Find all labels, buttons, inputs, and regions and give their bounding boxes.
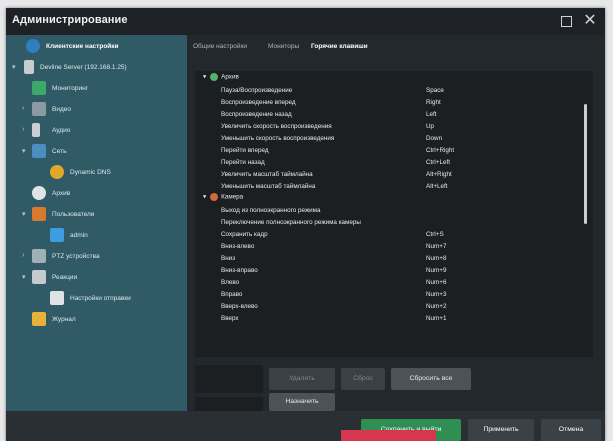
tab-hotkeys[interactable]: Горячие клавиши bbox=[311, 43, 368, 50]
settings-panel: Общие настройки Мониторы Горячие клавиши… bbox=[187, 35, 605, 411]
maximize-icon bbox=[560, 16, 572, 27]
maximize-button[interactable] bbox=[557, 12, 575, 30]
user-icon bbox=[50, 228, 64, 242]
tab-general-settings[interactable]: Общие настройки bbox=[193, 43, 247, 50]
table-row[interactable]: Вниз-вправо Num+9 bbox=[221, 265, 571, 277]
settings-tree: Клиентские настройки ▾ Devline Server (1… bbox=[6, 35, 187, 411]
users-icon bbox=[32, 207, 46, 221]
group-camera[interactable]: ▾ Камера bbox=[203, 193, 243, 205]
hotkeys-table: ▾ Архив Пауза/Воспроизведение Space Воспро… bbox=[195, 71, 593, 357]
expand-arrow-icon: ▾ bbox=[12, 64, 16, 71]
reactions-icon bbox=[32, 270, 46, 284]
pulse-icon bbox=[32, 81, 46, 95]
group-archive[interactable]: ▾ Архив bbox=[203, 73, 239, 85]
expand-arrow-icon: › bbox=[22, 252, 25, 259]
close-button[interactable]: ✕ bbox=[581, 12, 599, 30]
table-row[interactable]: Перейти вперед Ctrl+Right bbox=[221, 145, 571, 157]
video-icon bbox=[32, 102, 46, 116]
send-icon bbox=[50, 291, 64, 305]
table-row[interactable]: Влево Num+6 bbox=[221, 277, 571, 289]
table-row[interactable]: Вверх-влево Num+2 bbox=[221, 301, 571, 313]
admin-window: Администрирование ✕ Клиентские настройки… bbox=[6, 8, 605, 441]
table-row[interactable]: Сохранить кадр Ctrl+S bbox=[221, 229, 571, 241]
table-row[interactable]: Вверх Num+1 bbox=[221, 313, 571, 325]
microphone-icon bbox=[32, 123, 40, 137]
table-row[interactable]: Воспроизведение вперед Right bbox=[221, 97, 571, 109]
assign-button[interactable]: Назначить bbox=[269, 393, 335, 411]
table-row[interactable]: Вправо Num+3 bbox=[221, 289, 571, 301]
highlight-bar bbox=[341, 430, 436, 441]
tab-monitors[interactable]: Мониторы bbox=[268, 43, 299, 50]
table-row[interactable]: Уменьшить скорость воспроизведения Down bbox=[221, 133, 571, 145]
table-row[interactable]: Переключение полноэкранного режима камер… bbox=[221, 217, 571, 229]
camera-group-icon bbox=[210, 193, 219, 201]
apply-button[interactable]: Применить bbox=[468, 419, 534, 441]
globe-icon bbox=[50, 165, 64, 179]
reset-button[interactable]: Сброс bbox=[341, 368, 385, 390]
table-row[interactable]: Увеличить скорость воспроизведения Up bbox=[221, 121, 571, 133]
table-row[interactable]: Вниз Num+8 bbox=[221, 253, 571, 265]
reset-all-button[interactable]: Сбросить все bbox=[391, 368, 471, 390]
table-row[interactable]: Уменьшить масштаб таймлайна Alt+Left bbox=[221, 181, 571, 193]
table-row[interactable]: Выход из полноэкранного режима bbox=[221, 205, 571, 217]
vertical-scrollbar[interactable] bbox=[584, 104, 587, 224]
server-icon bbox=[24, 60, 34, 74]
journal-icon bbox=[32, 312, 46, 326]
expand-arrow-icon: ▾ bbox=[22, 148, 26, 155]
film-reel-icon bbox=[32, 186, 46, 200]
expand-arrow-icon: › bbox=[22, 105, 25, 112]
table-row[interactable]: Воспроизведение назад Left bbox=[221, 109, 571, 121]
ptz-camera-icon bbox=[32, 249, 46, 263]
cancel-button[interactable]: Отмена bbox=[541, 419, 601, 441]
title-bar: Администрирование ✕ bbox=[6, 8, 605, 35]
delete-button[interactable]: Удалить bbox=[269, 368, 335, 390]
expand-arrow-icon: ▾ bbox=[22, 211, 26, 218]
table-row[interactable]: Вниз-влево Num+7 bbox=[221, 241, 571, 253]
expand-arrow-icon: ▾ bbox=[22, 274, 26, 281]
window-title: Администрирование bbox=[12, 14, 128, 26]
table-row[interactable]: Увеличить масштаб таймлайна Alt+Right bbox=[221, 169, 571, 181]
expand-arrow-icon: › bbox=[22, 126, 25, 133]
network-icon bbox=[32, 144, 46, 158]
collapse-arrow-icon: ▾ bbox=[203, 73, 207, 81]
tab-bar: Общие настройки Мониторы Горячие клавиши bbox=[187, 35, 605, 57]
archive-group-icon bbox=[210, 73, 219, 81]
collapse-arrow-icon: ▾ bbox=[203, 193, 207, 201]
gear-icon bbox=[26, 39, 40, 53]
hotkey-input[interactable] bbox=[195, 365, 263, 393]
table-row[interactable]: Пауза/Воспроизведение Space bbox=[221, 85, 571, 97]
table-row[interactable]: Перейти назад Ctrl+Left bbox=[221, 157, 571, 169]
assign-input[interactable] bbox=[195, 397, 263, 411]
